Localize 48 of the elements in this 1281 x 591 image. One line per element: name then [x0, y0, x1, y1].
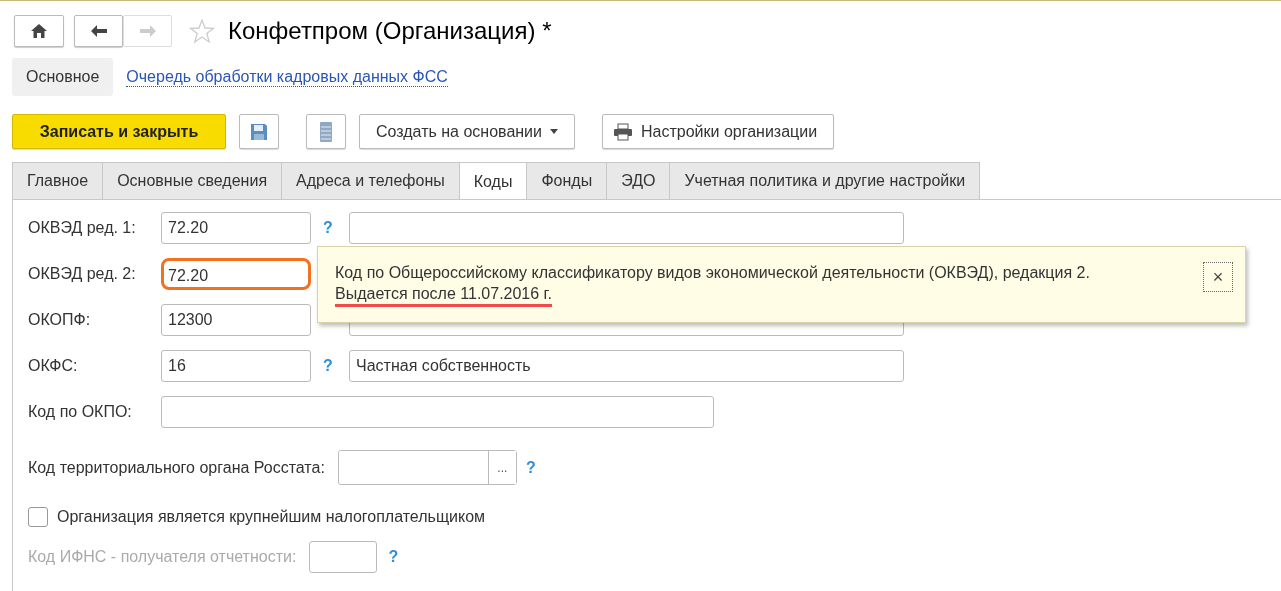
- printer-icon: [613, 122, 633, 141]
- input-field[interactable]: [161, 396, 714, 428]
- star-icon[interactable]: [189, 17, 215, 44]
- code-field[interactable]: 72.20: [161, 258, 311, 290]
- floppy-icon: [249, 121, 269, 142]
- description-field[interactable]: [349, 212, 904, 244]
- arrow-left-icon: [89, 23, 108, 38]
- save-button[interactable]: [239, 114, 279, 149]
- save-and-close-button[interactable]: Записать и закрыть: [12, 114, 226, 149]
- list-icon: [319, 120, 333, 143]
- section-link[interactable]: Очередь обработки кадровых данных ФСС: [126, 67, 448, 87]
- help-link[interactable]: ?: [315, 357, 341, 375]
- create-based-on-button[interactable]: Создать на основании: [359, 114, 575, 149]
- tab[interactable]: ЭДО: [606, 162, 671, 199]
- help-link[interactable]: ?: [524, 458, 537, 477]
- field-label: ОКВЭД ред. 2:: [28, 265, 137, 283]
- tooltip-note: Выдается после 11.07.2016 г.: [335, 284, 552, 307]
- code-field[interactable]: 72.20: [161, 212, 311, 244]
- home-button[interactable]: [14, 14, 64, 47]
- field-label: Код по ОКПО:: [28, 403, 133, 421]
- code-field[interactable]: 16: [161, 350, 311, 382]
- tooltip-text: Код по Общероссийскому классификатору видов экономической деятельности (ОКВЭД), редакция 2.: [335, 263, 1090, 283]
- caret-icon: [550, 129, 558, 134]
- close-button[interactable]: ×: [1203, 262, 1233, 292]
- help-link[interactable]: ?: [315, 219, 341, 237]
- home-icon: [30, 22, 48, 39]
- field-label: ОКФС:: [28, 357, 79, 375]
- list-button[interactable]: [306, 114, 346, 149]
- select-button[interactable]: ...: [487, 451, 516, 484]
- checkbox-label: Организация является крупнейшим налогоплательщиком: [57, 508, 486, 526]
- section-tab[interactable]: Основное: [12, 58, 114, 96]
- back-button[interactable]: [74, 14, 123, 47]
- arrow-right-icon: [138, 23, 157, 38]
- checkbox[interactable]: [28, 507, 48, 527]
- window-title: Конфетпром (Организация) *: [228, 16, 552, 45]
- field-label: ОКВЭД ред. 1:: [28, 219, 137, 237]
- tab[interactable]: Адреса и телефоны: [281, 162, 460, 199]
- organization-settings-button[interactable]: Настройки организации: [602, 114, 835, 149]
- tab[interactable]: Учетная политика и другие настройки: [669, 162, 981, 199]
- field-label: Код ИФНС - получателя отчетности:: [28, 548, 297, 566]
- input-field[interactable]: [309, 541, 378, 573]
- tab[interactable]: Основные сведения: [102, 162, 283, 199]
- description-field[interactable]: Частная собственность: [349, 350, 904, 382]
- field-label: Код территориального органа Росстата:: [28, 458, 325, 477]
- code-field[interactable]: 12300: [161, 304, 311, 336]
- tab[interactable]: Фонды: [526, 162, 608, 199]
- tab[interactable]: Главное: [12, 162, 104, 199]
- field-label: ОКОПФ:: [28, 311, 92, 329]
